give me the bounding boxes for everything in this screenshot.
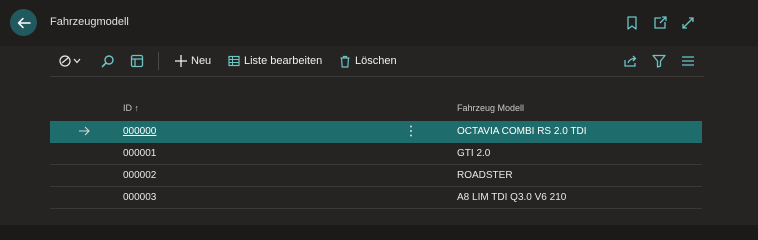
open-new-window-icon[interactable] [652, 15, 668, 31]
toolbar-divider [158, 52, 159, 70]
share-button[interactable] [623, 53, 638, 69]
trash-icon [340, 55, 350, 68]
edit-list-button[interactable]: Liste bearbeiten [228, 53, 322, 69]
page-header: Fahrzeugmodell [0, 0, 758, 46]
plus-icon [175, 55, 187, 67]
list-menu-button[interactable] [681, 53, 695, 69]
table-row[interactable]: 000000 OCTAVIA COMBI RS 2.0 TDI [50, 121, 702, 143]
share-icon [624, 55, 637, 67]
arrow-left-icon [17, 17, 31, 28]
search-icon [101, 55, 114, 68]
list-panel: Neu Liste bearbeiten Löschen ID ↑ Fahrze… [0, 46, 758, 225]
bookmark-icon[interactable] [624, 15, 640, 31]
edit-list-label: Liste bearbeiten [244, 55, 323, 67]
filter-button[interactable] [652, 53, 666, 69]
back-button[interactable] [10, 9, 37, 36]
new-button[interactable]: Neu [174, 53, 211, 69]
delete-label: Löschen [355, 55, 397, 67]
cell-id[interactable]: 000003 [123, 192, 156, 203]
more-options-icon[interactable] [408, 124, 414, 138]
action-toolbar: Neu Liste bearbeiten Löschen [50, 46, 704, 77]
view-switcher-button[interactable] [59, 53, 81, 69]
cell-id[interactable]: 000000 [123, 126, 156, 137]
table-row[interactable]: 000002 ROADSTER [50, 165, 702, 187]
list-menu-icon [682, 56, 694, 66]
cell-model: GTI 2.0 [457, 148, 491, 159]
expand-icon[interactable] [680, 15, 696, 31]
edit-list-icon [228, 55, 240, 66]
cell-id[interactable]: 000001 [123, 148, 156, 159]
search-button[interactable] [101, 53, 115, 69]
cell-id[interactable]: 000002 [123, 170, 156, 181]
cell-model: ROADSTER [457, 170, 513, 181]
layout-icon [130, 54, 144, 68]
column-header-id[interactable]: ID ↑ [123, 103, 139, 113]
filter-icon [652, 54, 666, 68]
cell-model: A8 LIM TDI Q3.0 V6 210 [457, 192, 567, 203]
view-switcher-icon [59, 55, 81, 67]
delete-button[interactable]: Löschen [339, 53, 397, 69]
new-button-label: Neu [191, 55, 212, 67]
cell-model: OCTAVIA COMBI RS 2.0 TDI [457, 126, 587, 137]
column-header-model[interactable]: Fahrzeug Modell [457, 103, 524, 113]
table-row[interactable]: 000001 GTI 2.0 [50, 143, 702, 165]
page-title: Fahrzeugmodell [50, 16, 129, 28]
layout-button[interactable] [130, 53, 144, 69]
arrow-right-icon [79, 126, 90, 136]
table-row[interactable]: 000003 A8 LIM TDI Q3.0 V6 210 [50, 187, 702, 209]
